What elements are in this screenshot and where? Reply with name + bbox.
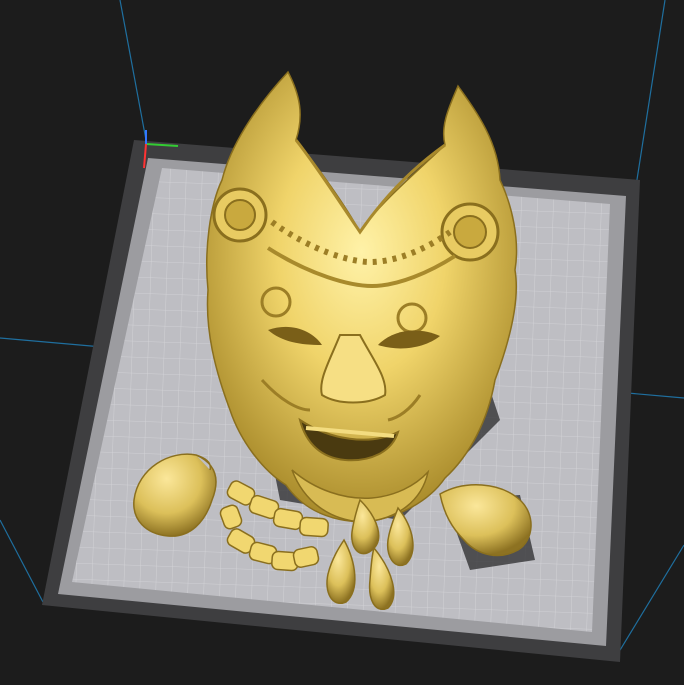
- volume-edge-back-left: [119, 0, 147, 141]
- 3d-viewport[interactable]: [0, 0, 684, 685]
- volume-edge-front-right: [613, 544, 684, 661]
- mask-ear-ring-right-hole: [453, 215, 487, 249]
- volume-edge-back-right: [635, 0, 666, 187]
- volume-edge-front-left: [0, 519, 45, 605]
- mask-ear-ring-left-hole: [224, 199, 256, 231]
- scene-canvas[interactable]: [0, 0, 684, 685]
